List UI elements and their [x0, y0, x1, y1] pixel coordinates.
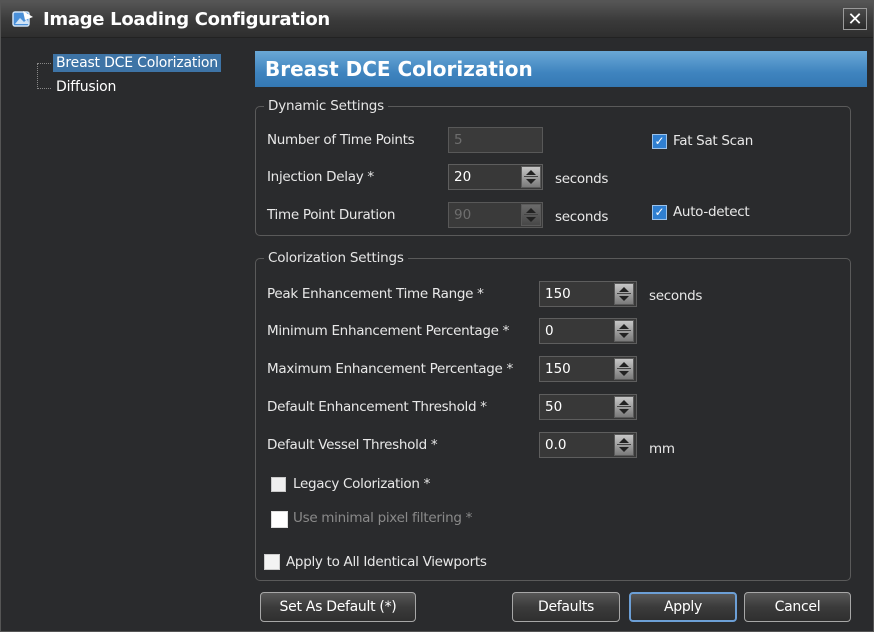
fat-sat-label: Fat Sat Scan — [673, 133, 754, 149]
tree-connector — [37, 88, 51, 89]
defaults-button[interactable]: Defaults — [512, 592, 620, 622]
duration-unit: seconds — [555, 209, 609, 225]
fat-sat-checkbox[interactable]: ✓ — [652, 134, 667, 149]
window-title: Image Loading Configuration — [43, 9, 330, 30]
apply-all-checkbox[interactable] — [264, 554, 280, 570]
legacy-colorization-checkbox[interactable] — [271, 477, 286, 492]
auto-detect-label: Auto-detect — [673, 204, 750, 220]
panel-header: Breast DCE Colorization — [255, 51, 867, 87]
vessel-label: Default Vessel Threshold * — [267, 437, 438, 453]
close-button[interactable]: ✕ — [843, 8, 867, 30]
apply-all-label: Apply to All Identical Viewports — [286, 554, 487, 570]
max-enhancement-stepper[interactable] — [614, 358, 634, 380]
legacy-colorization-label: Legacy Colorization * — [293, 476, 431, 492]
injection-delay-stepper[interactable] — [521, 166, 541, 188]
minimal-filter-checkbox[interactable] — [271, 511, 288, 528]
min-enhancement-label: Minimum Enhancement Percentage * — [267, 323, 510, 339]
close-icon: ✕ — [847, 9, 863, 30]
apply-button[interactable]: Apply — [629, 592, 737, 622]
peak-label: Peak Enhancement Time Range * — [267, 286, 484, 302]
app-icon — [12, 11, 33, 27]
tree-connector — [37, 63, 38, 89]
colorization-settings-title: Colorization Settings — [264, 249, 408, 267]
injection-delay-unit: seconds — [555, 171, 609, 187]
min-enhancement-stepper[interactable] — [614, 320, 634, 342]
vessel-stepper[interactable] — [614, 434, 634, 456]
injection-delay-label: Injection Delay * — [267, 169, 374, 185]
settings-panel: Breast DCE Colorization Dynamic Settings… — [255, 51, 867, 629]
tree-connector — [37, 63, 51, 64]
tree-item-diffusion[interactable]: Diffusion — [53, 78, 119, 96]
tree-item-breast-dce[interactable]: Breast DCE Colorization — [53, 54, 221, 72]
minimal-filter-label: Use minimal pixel filtering * — [293, 510, 473, 526]
settings-tree: Breast DCE Colorization Diffusion — [21, 49, 247, 629]
auto-detect-checkbox[interactable]: ✓ — [652, 205, 667, 220]
threshold-label: Default Enhancement Threshold * — [267, 399, 487, 415]
title-bar[interactable]: Image Loading Configuration ✕ — [1, 1, 873, 38]
dialog-window: Image Loading Configuration ✕ Breast DCE… — [0, 0, 874, 632]
duration-label: Time Point Duration — [267, 207, 396, 223]
time-points-label: Number of Time Points — [267, 132, 415, 148]
max-enhancement-label: Maximum Enhancement Percentage * — [267, 361, 513, 377]
set-as-default-button[interactable]: Set As Default (*) — [260, 592, 416, 622]
cancel-button[interactable]: Cancel — [744, 592, 851, 622]
duration-stepper — [521, 204, 541, 226]
time-points-field: 5 — [448, 127, 543, 153]
peak-unit: seconds — [649, 288, 703, 304]
threshold-stepper[interactable] — [614, 396, 634, 418]
peak-stepper[interactable] — [614, 283, 634, 305]
dynamic-settings-title: Dynamic Settings — [264, 97, 388, 115]
vessel-unit: mm — [649, 441, 675, 457]
